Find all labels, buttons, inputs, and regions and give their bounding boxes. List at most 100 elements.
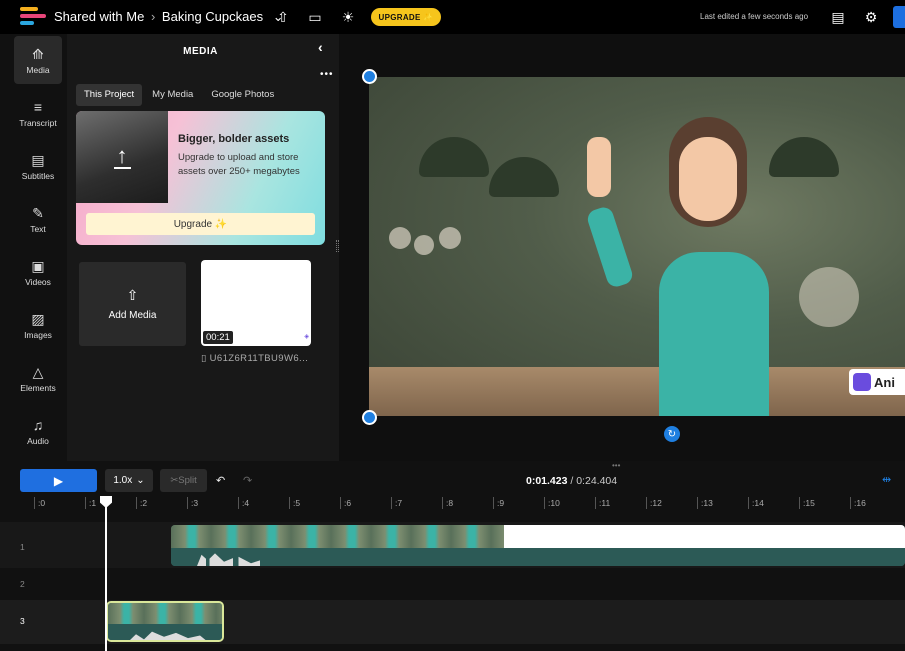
- tab-this-project[interactable]: This Project: [76, 84, 143, 106]
- elements-icon: △: [32, 363, 44, 380]
- video-canvas[interactable]: Ani: [369, 77, 905, 416]
- text-icon: ✎: [32, 204, 44, 221]
- promo-body: Upgrade to upload and store assets over …: [178, 152, 300, 177]
- playhead[interactable]: [105, 498, 107, 651]
- undo-icon[interactable]: ↶: [216, 474, 225, 487]
- play-icon: ▶: [53, 473, 64, 488]
- export-button[interactable]: [893, 6, 905, 28]
- audio-waveform: [128, 631, 208, 640]
- rail-item-subtitles[interactable]: ▤ Subtitles: [14, 142, 62, 190]
- speed-value: 1.0x: [113, 475, 133, 486]
- rail-item-videos[interactable]: ▣ Videos: [14, 248, 62, 296]
- watermark-text: Ani: [874, 374, 895, 390]
- rail-item-label: Audio: [27, 435, 49, 446]
- resize-handle-bottom-left[interactable]: [362, 410, 377, 425]
- timeline-resize-handle[interactable]: •••: [612, 461, 620, 470]
- current-time: 0:01.423: [526, 475, 568, 487]
- last-edited-status: Last edited a few seconds ago: [700, 12, 809, 21]
- animaker-watermark: Ani: [849, 369, 905, 395]
- add-media-button[interactable]: ⇧ Add Media: [79, 262, 186, 346]
- add-media-label: Add Media: [108, 310, 157, 321]
- rotate-handle-icon[interactable]: ↻: [664, 426, 680, 442]
- ruler-tick: :0: [34, 497, 45, 509]
- rail-item-audio[interactable]: ♫ Audio: [14, 407, 62, 455]
- audio-waveform: [197, 553, 287, 566]
- clip-audio: [171, 548, 905, 566]
- ruler-tick: :15: [799, 497, 815, 509]
- ruler-tick: :1: [85, 497, 96, 509]
- ruler-tick: :16: [850, 497, 866, 509]
- caption-icon[interactable]: ▭: [305, 7, 325, 27]
- promo-image: ↑: [76, 111, 168, 203]
- share-icon[interactable]: ⇧: [273, 7, 293, 27]
- promo-upgrade-button[interactable]: Upgrade ✨: [86, 213, 315, 235]
- watermark-icon: ◈: [304, 334, 309, 340]
- lightbulb-icon[interactable]: ☀: [338, 7, 358, 27]
- character-face: [679, 137, 737, 221]
- more-options-icon[interactable]: •••: [320, 69, 334, 80]
- tab-google-photos[interactable]: Google Photos: [203, 84, 282, 106]
- rail-item-label: Elements: [20, 382, 56, 393]
- top-bar: Shared with Me › Baking Cupckaes ⌄ ⇧ ▭ ☀…: [0, 0, 905, 34]
- app-logo-icon[interactable]: [20, 7, 46, 27]
- asset-duration: 00:21: [203, 331, 233, 344]
- rail-item-elements[interactable]: △ Elements: [14, 354, 62, 402]
- upload-icon: ↑: [113, 145, 131, 169]
- upload-icon: ⇧: [126, 287, 139, 303]
- asset-name: ▯ U61Z6R11TBU9W6...: [201, 353, 308, 364]
- media-asset-thumbnail[interactable]: 00:21 ◈: [201, 260, 311, 346]
- play-button[interactable]: ▶: [20, 469, 97, 492]
- rail-item-transcript[interactable]: ≡ Transcript: [14, 89, 62, 137]
- character-body: [659, 252, 769, 416]
- track-number: 2: [20, 579, 25, 589]
- track-number: 3: [20, 616, 25, 626]
- split-button[interactable]: ✂ Split: [160, 469, 207, 492]
- rail-item-label: Videos: [25, 276, 51, 287]
- track-number: 1: [20, 542, 25, 552]
- tab-my-media[interactable]: My Media: [144, 84, 201, 106]
- total-time: 0:24.404: [576, 475, 618, 487]
- clip-frames: [171, 525, 504, 548]
- zoom-fit-icon[interactable]: ⇹: [882, 473, 902, 487]
- breadcrumb-workspace[interactable]: Shared with Me: [54, 9, 144, 24]
- ruler-tick: :2: [136, 497, 147, 509]
- ruler-tick: :13: [697, 497, 713, 509]
- collapse-panel-icon[interactable]: ‹: [318, 39, 323, 55]
- videos-icon: ▣: [31, 257, 45, 274]
- tool-rail: ⟰ Media ≡ Transcript ▤ Subtitles ✎ Text ▣ Videos ▨…: [0, 34, 67, 461]
- panel-title: MEDIA: [183, 46, 218, 57]
- redo-icon[interactable]: ↷: [243, 474, 252, 487]
- character-hand: [587, 137, 611, 197]
- clip-blank-region: [504, 525, 905, 548]
- timecode: 0:01.423 / 0:24.404: [526, 475, 617, 487]
- promo-heading: Bigger, bolder assets: [178, 133, 290, 145]
- ruler-tick: :5: [289, 497, 300, 509]
- character-arm: [585, 204, 635, 290]
- time-ruler[interactable]: :0:1:2:3:4:5:6:7:8:9:10:11:12:13:14:15:1…: [0, 497, 905, 511]
- project-title[interactable]: Baking Cupckaes: [162, 9, 263, 24]
- scissors-icon: ✂: [170, 475, 179, 486]
- rail-item-images[interactable]: ▨ Images: [14, 301, 62, 349]
- resize-handle-top-left[interactable]: [362, 69, 377, 84]
- split-label: Split: [178, 475, 197, 486]
- rail-item-label: Transcript: [19, 117, 57, 128]
- selected-video-clip[interactable]: [106, 601, 224, 642]
- rail-item-media[interactable]: ⟰ Media: [14, 36, 62, 84]
- rail-item-label: Subtitles: [21, 170, 55, 181]
- breadcrumb: Shared with Me › Baking Cupckaes ⌄: [54, 9, 284, 25]
- ruler-tick: :9: [493, 497, 504, 509]
- ruler-tick: :8: [442, 497, 453, 509]
- video-clip[interactable]: [171, 525, 905, 566]
- rail-item-text[interactable]: ✎ Text: [14, 195, 62, 243]
- rail-item-label: Media: [26, 64, 50, 75]
- comments-icon[interactable]: ▤: [828, 7, 848, 27]
- breadcrumb-separator: ›: [150, 9, 156, 24]
- images-icon: ▨: [31, 310, 45, 327]
- subtitles-icon: ▤: [31, 151, 45, 168]
- clip-audio: [108, 624, 222, 640]
- time-separator: /: [567, 475, 577, 487]
- asset-name-label: U61Z6R11TBU9W6...: [209, 353, 309, 364]
- gear-icon[interactable]: ⚙: [861, 7, 881, 27]
- speed-select[interactable]: 1.0x ⌄: [105, 469, 153, 492]
- upgrade-button[interactable]: UPGRADE ✨: [371, 8, 441, 26]
